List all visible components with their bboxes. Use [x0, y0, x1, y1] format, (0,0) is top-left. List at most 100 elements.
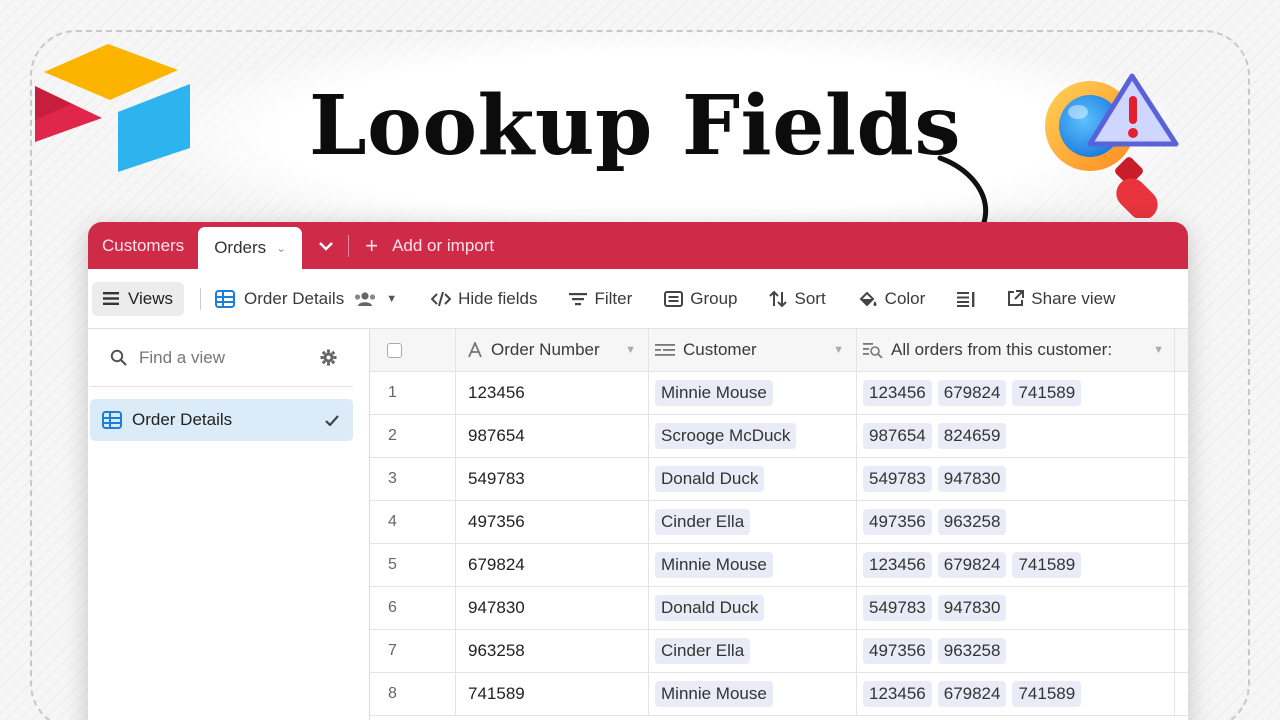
filter-button[interactable]: Filter	[569, 289, 632, 309]
link-field-icon	[655, 344, 675, 356]
row-number: 7	[370, 630, 456, 672]
customer-cell[interactable]: Donald Duck	[649, 587, 857, 629]
sidebar-view-order-details[interactable]: Order Details	[90, 399, 353, 441]
tab-orders[interactable]: Orders ⌄	[198, 227, 303, 269]
customer-cell[interactable]: Minnie Mouse	[649, 372, 857, 414]
lookup-order-chip[interactable]: 123456	[863, 380, 932, 406]
column-header-label: Order Number	[491, 340, 600, 359]
table-row[interactable]: 1 123456 Minnie Mouse 123456 679824 741589	[370, 372, 1188, 415]
add-or-import-button[interactable]: + Add or import	[357, 222, 502, 269]
all-orders-cell[interactable]: 549783 947830	[857, 458, 1175, 500]
order-number-cell[interactable]: 497356	[456, 501, 649, 543]
table-row[interactable]: 2 987654 Scrooge McDuck 987654 824659	[370, 415, 1188, 458]
lookup-order-chip[interactable]: 123456	[863, 681, 932, 707]
lookup-order-chip[interactable]: 549783	[863, 595, 932, 621]
chevron-down-icon[interactable]: ⌄	[276, 241, 286, 255]
column-header-order-number[interactable]: Order Number ▼	[456, 329, 649, 371]
lookup-order-chip[interactable]: 497356	[863, 509, 932, 535]
caret-down-icon[interactable]: ▼	[833, 344, 844, 356]
row-height-button[interactable]	[957, 291, 975, 307]
lookup-order-chip[interactable]: 741589	[1012, 380, 1082, 406]
order-number-cell[interactable]: 549783	[456, 458, 649, 500]
customer-cell[interactable]: Scrooge McDuck	[649, 415, 857, 457]
lookup-order-chip[interactable]: 824659	[937, 423, 1007, 449]
all-orders-cell[interactable]: 123456 679824 741589	[857, 372, 1175, 414]
select-all-checkbox[interactable]	[387, 342, 402, 358]
customer-cell[interactable]: Cinder Ella	[649, 501, 857, 543]
customer-chip[interactable]: Cinder Ella	[655, 509, 751, 535]
customer-chip[interactable]: Minnie Mouse	[655, 380, 773, 406]
lookup-order-chip[interactable]: 947830	[937, 595, 1007, 621]
lookup-order-chip[interactable]: 679824	[937, 552, 1007, 578]
table-row[interactable]: 8 741589 Minnie Mouse 123456 679824 741589	[370, 673, 1188, 716]
lookup-order-chip[interactable]: 947830	[937, 466, 1007, 492]
sort-button[interactable]: Sort	[769, 289, 826, 309]
customer-chip[interactable]: Minnie Mouse	[655, 552, 773, 578]
current-view-button[interactable]: Order Details ▼	[215, 289, 397, 309]
customer-chip[interactable]: Donald Duck	[655, 595, 765, 621]
more-tables-button[interactable]	[302, 222, 344, 269]
customer-chip[interactable]: Scrooge McDuck	[655, 423, 797, 449]
table-row[interactable]: 7 963258 Cinder Ella 497356 963258	[370, 630, 1188, 673]
caret-down-icon[interactable]: ▼	[625, 344, 636, 356]
order-number-cell[interactable]: 679824	[456, 544, 649, 586]
column-header-customer[interactable]: Customer ▼	[649, 329, 857, 371]
lookup-order-chip[interactable]: 679824	[937, 681, 1007, 707]
lookup-order-chip[interactable]: 963258	[937, 638, 1007, 664]
lookup-order-chip[interactable]: 679824	[937, 380, 1007, 406]
sidebar-view-label: Order Details	[132, 410, 233, 429]
order-number-cell[interactable]: 947830	[456, 587, 649, 629]
find-view-search[interactable]: Find a view	[90, 329, 353, 387]
lookup-order-chip[interactable]: 963258	[937, 509, 1007, 535]
column-header-all-orders[interactable]: All orders from this customer: ▼	[857, 329, 1175, 371]
all-orders-cell[interactable]: 497356 963258	[857, 630, 1175, 672]
customer-chip[interactable]: Donald Duck	[655, 466, 765, 492]
sort-icon	[769, 290, 788, 307]
all-orders-cell[interactable]: 123456 679824 741589	[857, 544, 1175, 586]
table-tab-bar: Customers Orders ⌄ + Add or import	[88, 222, 1188, 269]
lookup-order-chip[interactable]: 741589	[1012, 552, 1082, 578]
color-button[interactable]: Color	[858, 289, 925, 309]
table-row[interactable]: 5 679824 Minnie Mouse 123456 679824 741589	[370, 544, 1188, 587]
airtable-window: Customers Orders ⌄ + Add or import Views…	[88, 222, 1188, 720]
customer-cell[interactable]: Minnie Mouse	[649, 544, 857, 586]
caret-down-icon[interactable]: ▼	[1153, 344, 1164, 356]
column-header-label: Customer	[683, 340, 757, 359]
order-number-cell[interactable]: 963258	[456, 630, 649, 672]
views-button[interactable]: Views	[92, 281, 185, 316]
customer-chip[interactable]: Cinder Ella	[655, 638, 751, 664]
all-orders-cell[interactable]: 987654 824659	[857, 415, 1175, 457]
gear-icon[interactable]	[320, 349, 337, 366]
row-number: 5	[370, 544, 456, 586]
all-orders-cell[interactable]: 497356 963258	[857, 501, 1175, 543]
customer-chip[interactable]: Minnie Mouse	[655, 681, 773, 707]
hide-fields-button[interactable]: Hide fields	[431, 289, 537, 309]
lookup-field-icon	[863, 343, 883, 358]
checkmark-icon	[325, 414, 339, 426]
lookup-chips: 987654 824659	[863, 423, 1007, 449]
order-number-cell[interactable]: 123456	[456, 372, 649, 414]
order-number-cell[interactable]: 987654	[456, 415, 649, 457]
customer-cell[interactable]: Minnie Mouse	[649, 673, 857, 715]
tab-customers[interactable]: Customers	[88, 222, 198, 269]
grid-view-icon	[215, 289, 236, 308]
lookup-order-chip[interactable]: 497356	[863, 638, 932, 664]
table-row[interactable]: 6 947830 Donald Duck 549783 947830	[370, 587, 1188, 630]
row-number: 3	[370, 458, 456, 500]
all-orders-cell[interactable]: 549783 947830	[857, 587, 1175, 629]
lookup-chips: 549783 947830	[863, 466, 1007, 492]
lookup-order-chip[interactable]: 549783	[863, 466, 932, 492]
lookup-order-chip[interactable]: 123456	[863, 552, 932, 578]
lookup-order-chip[interactable]: 987654	[863, 423, 932, 449]
group-button[interactable]: Group	[664, 289, 737, 309]
customer-cell[interactable]: Donald Duck	[649, 458, 857, 500]
order-number-cell[interactable]: 741589	[456, 673, 649, 715]
lookup-chips: 497356 963258	[863, 509, 1007, 535]
share-view-button[interactable]: Share view	[1007, 289, 1115, 309]
lookup-order-chip[interactable]: 741589	[1012, 681, 1082, 707]
table-row[interactable]: 4 497356 Cinder Ella 497356 963258	[370, 501, 1188, 544]
all-orders-cell[interactable]: 123456 679824 741589	[857, 673, 1175, 715]
customer-cell[interactable]: Cinder Ella	[649, 630, 857, 672]
table-row[interactable]: 3 549783 Donald Duck 549783 947830	[370, 458, 1188, 501]
current-view-label: Order Details	[244, 288, 345, 308]
